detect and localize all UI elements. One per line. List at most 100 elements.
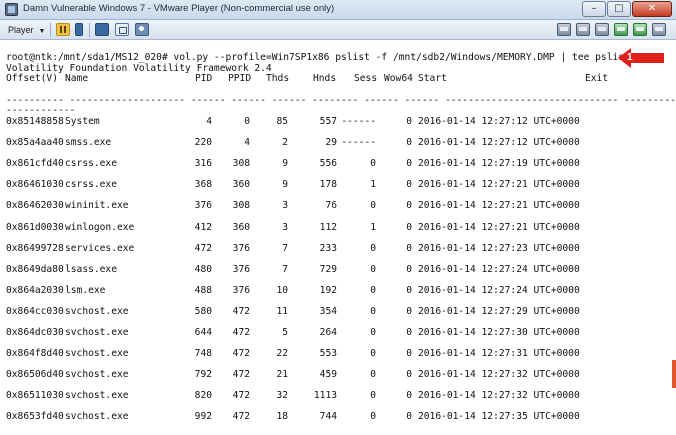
cell-offset: 0x86499728 <box>6 243 64 254</box>
cell-hnds: 178 <box>319 179 337 190</box>
cell-thds: 3 <box>282 222 288 233</box>
cell-pid: 412 <box>194 222 212 233</box>
cell-sess: 1 <box>370 222 376 233</box>
header-offset: Offset(V) <box>6 73 58 84</box>
maximize-button[interactable]: □ <box>607 1 631 17</box>
cell-ppid: 376 <box>232 285 250 296</box>
cell-start: 2016-01-14 12:27:24 UTC+0000 <box>418 264 580 275</box>
cell-pid: 580 <box>194 306 212 317</box>
title-bar: Damn Vulnerable Windows 7 - VMware Playe… <box>0 0 676 20</box>
cell-wow64: 0 <box>406 158 412 169</box>
cell-wow64: 0 <box>406 137 412 148</box>
minimize-button[interactable]: – <box>582 1 606 17</box>
cell-sess: 0 <box>370 306 376 317</box>
cell-wow64: 0 <box>406 264 412 275</box>
cell-thds: 7 <box>282 243 288 254</box>
cell-hnds: 112 <box>319 222 337 233</box>
cell-start: 2016-01-14 12:27:12 UTC+0000 <box>418 116 580 127</box>
sound-icon[interactable] <box>652 23 666 36</box>
usb-icon[interactable] <box>633 23 647 36</box>
cell-sess: ------ <box>341 116 376 127</box>
cell-pid: 480 <box>194 264 212 275</box>
cell-pid: 368 <box>194 179 212 190</box>
cell-offset: 0x85a4aa40 <box>6 137 64 148</box>
scroll-indicator <box>672 360 676 388</box>
cell-offset: 0x86506d40 <box>6 369 64 380</box>
cell-sess: 0 <box>370 327 376 338</box>
network-icon[interactable] <box>614 23 628 36</box>
cell-ppid: 0 <box>244 116 250 127</box>
cell-thds: 32 <box>276 390 288 401</box>
cell-sess: 1 <box>370 179 376 190</box>
cell-pid: 992 <box>194 411 212 422</box>
cell-name: csrss.exe <box>65 179 117 190</box>
cell-ppid: 4 <box>244 137 250 148</box>
cell-thds: 18 <box>276 411 288 422</box>
window-controls: – □ ✕ <box>581 1 672 18</box>
cell-ppid: 360 <box>232 222 250 233</box>
player-menu-button[interactable]: Player ▼ <box>4 22 49 38</box>
cell-offset: 0x86511030 <box>6 390 64 401</box>
unity-icon[interactable] <box>135 23 149 36</box>
cell-thds: 21 <box>276 369 288 380</box>
terminal-screen[interactable]: root@ntk:/mnt/sda1/MS12_020# vol.py --pr… <box>0 41 676 435</box>
cell-start: 2016-01-14 12:27:35 UTC+0000 <box>418 411 580 422</box>
cell-start: 2016-01-14 12:27:19 UTC+0000 <box>418 158 580 169</box>
pause-dropdown-icon[interactable] <box>75 23 83 36</box>
cell-sess: 0 <box>370 264 376 275</box>
cell-name: System <box>65 116 100 127</box>
header-start: Start <box>418 73 447 84</box>
cell-start: 2016-01-14 12:27:32 UTC+0000 <box>418 390 580 401</box>
header-wow64: Wow64 <box>384 73 413 84</box>
cell-start: 2016-01-14 12:27:31 UTC+0000 <box>418 348 580 359</box>
cell-thds: 7 <box>282 264 288 275</box>
cell-pid: 472 <box>194 243 212 254</box>
header-pid: PID <box>195 73 213 84</box>
cell-thds: 9 <box>282 158 288 169</box>
cell-pid: 748 <box>194 348 212 359</box>
cell-ppid: 360 <box>232 179 250 190</box>
window-title: Damn Vulnerable Windows 7 - VMware Playe… <box>23 3 335 14</box>
hdd-icon-2[interactable] <box>595 23 609 36</box>
cell-ppid: 472 <box>232 411 250 422</box>
cell-hnds: 233 <box>319 243 337 254</box>
cell-sess: ------ <box>341 137 376 148</box>
cell-ppid: 472 <box>232 369 250 380</box>
cd-drive-icon[interactable] <box>576 23 590 36</box>
player-menu-label: Player <box>8 25 34 35</box>
cell-ppid: 472 <box>232 390 250 401</box>
cell-wow64: 0 <box>406 369 412 380</box>
cell-hnds: 192 <box>319 285 337 296</box>
cell-hnds: 354 <box>319 306 337 317</box>
annotation-number: 1 <box>627 52 633 63</box>
header-exit: Exit <box>585 73 609 84</box>
cell-name: lsass.exe <box>65 264 117 275</box>
command-line: root@ntk:/mnt/sda1/MS12_020# vol.py --pr… <box>6 52 653 63</box>
close-button[interactable]: ✕ <box>632 1 672 17</box>
cell-wow64: 0 <box>406 243 412 254</box>
cell-hnds: 557 <box>319 116 337 127</box>
cell-name: svchost.exe <box>65 369 129 380</box>
send-ctrl-alt-del-icon[interactable] <box>95 23 109 36</box>
fullscreen-icon[interactable] <box>115 23 129 36</box>
cell-thds: 11 <box>276 306 288 317</box>
cell-sess: 0 <box>370 285 376 296</box>
cell-start: 2016-01-14 12:27:21 UTC+0000 <box>418 179 580 190</box>
cell-hnds: 729 <box>319 264 337 275</box>
pause-icon[interactable] <box>56 23 70 36</box>
cell-ppid: 472 <box>232 327 250 338</box>
cell-sess: 0 <box>370 348 376 359</box>
cell-offset: 0x8649da80 <box>6 264 64 275</box>
cell-wow64: 0 <box>406 327 412 338</box>
arrow-left-icon <box>618 48 664 68</box>
cell-name: svchost.exe <box>65 327 129 338</box>
toolbar-divider <box>50 23 51 37</box>
cell-start: 2016-01-14 12:27:32 UTC+0000 <box>418 369 580 380</box>
cell-name: svchost.exe <box>65 306 129 317</box>
cell-wow64: 0 <box>406 222 412 233</box>
hdd-icon[interactable] <box>557 23 571 36</box>
cell-sess: 0 <box>370 390 376 401</box>
cell-pid: 4 <box>206 116 212 127</box>
cell-offset: 0x8653fd40 <box>6 411 64 422</box>
cell-pid: 220 <box>194 137 212 148</box>
